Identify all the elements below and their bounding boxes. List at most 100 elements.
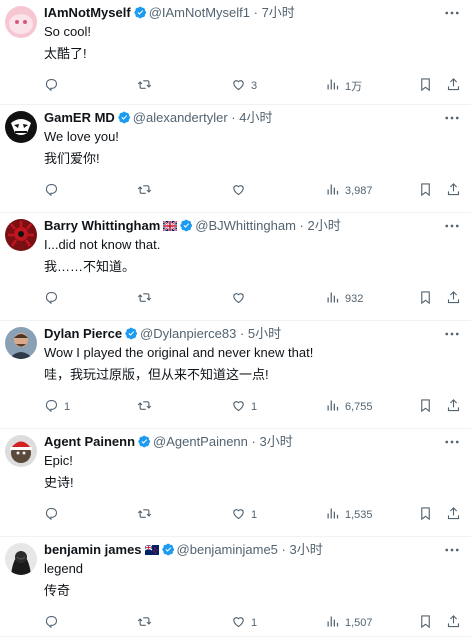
- avatar[interactable]: [5, 435, 37, 467]
- retweet-icon: [137, 614, 152, 632]
- handle[interactable]: @alexandertyler: [133, 110, 228, 125]
- retweet-button[interactable]: [137, 398, 152, 416]
- avatar[interactable]: [5, 219, 37, 251]
- display-name[interactable]: benjamin james: [44, 542, 142, 557]
- bookmark-button[interactable]: [418, 182, 433, 200]
- tweet-text-original: I...did not know that.: [44, 237, 161, 252]
- timestamp[interactable]: · 4小时: [231, 110, 272, 125]
- reply-button[interactable]: [44, 182, 64, 200]
- handle[interactable]: @Dylanpierce83: [140, 326, 236, 341]
- display-name[interactable]: Barry Whittingham: [44, 218, 160, 233]
- share-button[interactable]: [446, 614, 461, 632]
- action-bar: 1 1,507: [44, 614, 464, 632]
- avatar[interactable]: [5, 6, 37, 38]
- retweet-button[interactable]: [137, 506, 152, 524]
- like-button[interactable]: 1: [231, 614, 257, 632]
- views-icon: [325, 614, 340, 632]
- share-button[interactable]: [446, 290, 461, 308]
- more-icon[interactable]: [443, 435, 461, 449]
- handle[interactable]: @IAmNotMyself1: [149, 5, 250, 20]
- like-button[interactable]: [231, 182, 251, 200]
- tweet-text-original: legend: [44, 561, 84, 576]
- retweet-button[interactable]: [137, 182, 152, 200]
- avatar[interactable]: [5, 327, 37, 359]
- tweet-text-translation: 我……不知道。: [44, 259, 136, 274]
- views-button[interactable]: 6,755: [325, 398, 373, 416]
- share-button[interactable]: [446, 398, 461, 416]
- handle[interactable]: @BJWhittingham: [195, 218, 296, 233]
- reply-button[interactable]: [44, 614, 64, 632]
- timestamp[interactable]: · 5小时: [240, 326, 281, 341]
- like-button[interactable]: 1: [231, 398, 257, 416]
- bookmark-button[interactable]: [418, 398, 433, 416]
- view-count: 6,755: [345, 401, 373, 413]
- share-button[interactable]: [446, 506, 461, 524]
- bookmark-icon: [418, 182, 433, 200]
- view-count: 1,507: [345, 617, 373, 629]
- reply-button[interactable]: [44, 506, 64, 524]
- avatar[interactable]: [5, 543, 37, 575]
- reply-icon: [44, 77, 59, 95]
- share-button[interactable]: [446, 77, 461, 95]
- like-button[interactable]: 1: [231, 506, 257, 524]
- reply-tweet[interactable]: GamER MD @alexandertyler · 4小时 We love yo…: [0, 105, 471, 213]
- share-button[interactable]: [446, 182, 461, 200]
- handle[interactable]: @benjaminjame5: [177, 542, 278, 557]
- more-icon[interactable]: [443, 219, 461, 233]
- view-count: 1,535: [345, 509, 373, 521]
- display-name[interactable]: GamER MD: [44, 110, 115, 125]
- reply-tweet[interactable]: benjamin james @benjaminjame5 · 3小时 legen…: [0, 537, 471, 637]
- bookmark-button[interactable]: [418, 77, 433, 95]
- tweet-text-original: So cool!: [44, 24, 91, 39]
- like-button[interactable]: [231, 290, 251, 308]
- avatar[interactable]: [5, 111, 37, 143]
- retweet-button[interactable]: [137, 290, 152, 308]
- bookmark-button[interactable]: [418, 506, 433, 524]
- display-name[interactable]: IAmNotMyself: [44, 5, 131, 20]
- reply-tweet[interactable]: Agent Painenn @AgentPainenn · 3小时 Epic! 史…: [0, 429, 471, 537]
- views-button[interactable]: 1,535: [325, 506, 373, 524]
- view-count: 1万: [345, 81, 363, 93]
- reply-button[interactable]: 1: [44, 398, 70, 416]
- timestamp[interactable]: · 7小时: [254, 5, 295, 20]
- reply-tweet[interactable]: Dylan Pierce @Dylanpierce83 · 5小时 Wow I p…: [0, 321, 471, 429]
- like-count: 1: [251, 617, 258, 629]
- more-icon[interactable]: [443, 327, 461, 341]
- retweet-button[interactable]: [137, 614, 152, 632]
- retweet-button[interactable]: [137, 77, 152, 95]
- reply-button[interactable]: [44, 290, 64, 308]
- timestamp[interactable]: · 2小时: [300, 218, 341, 233]
- bookmark-icon: [418, 398, 433, 416]
- bookmark-icon: [418, 290, 433, 308]
- like-icon: [231, 614, 246, 632]
- bookmark-icon: [418, 506, 433, 524]
- action-bar: 932: [44, 290, 464, 308]
- verified-badge-icon: [134, 6, 146, 19]
- timestamp[interactable]: · 3小时: [282, 542, 323, 557]
- action-bar: 1 1 6,755: [44, 398, 464, 416]
- reply-tweet[interactable]: IAmNotMyself @IAmNotMyself1 · 7小时 So cool…: [0, 0, 471, 105]
- views-button[interactable]: 3,987: [325, 182, 373, 200]
- share-icon: [446, 614, 461, 632]
- more-icon[interactable]: [443, 543, 461, 557]
- views-button[interactable]: 1,507: [325, 614, 373, 632]
- like-count: 3: [251, 80, 258, 92]
- reply-button[interactable]: [44, 77, 64, 95]
- views-button[interactable]: 1万: [325, 77, 362, 95]
- bookmark-button[interactable]: [418, 614, 433, 632]
- display-name[interactable]: Agent Painenn: [44, 434, 135, 449]
- views-button[interactable]: 932: [325, 290, 363, 308]
- tweet-header: IAmNotMyself @IAmNotMyself1 · 7小时: [44, 4, 431, 22]
- timestamp[interactable]: · 3小时: [252, 434, 293, 449]
- views-icon: [325, 290, 340, 308]
- more-icon[interactable]: [443, 111, 461, 125]
- like-button[interactable]: 3: [231, 77, 257, 95]
- handle[interactable]: @AgentPainenn: [153, 434, 248, 449]
- views-icon: [325, 182, 340, 200]
- reply-tweet[interactable]: Barry Whittingham @BJWhittingham · 2小时 I.…: [0, 213, 471, 321]
- tweet-text-original: We love you!: [44, 129, 119, 144]
- more-icon[interactable]: [443, 6, 461, 20]
- display-name[interactable]: Dylan Pierce: [44, 326, 122, 341]
- views-icon: [325, 506, 340, 524]
- bookmark-button[interactable]: [418, 290, 433, 308]
